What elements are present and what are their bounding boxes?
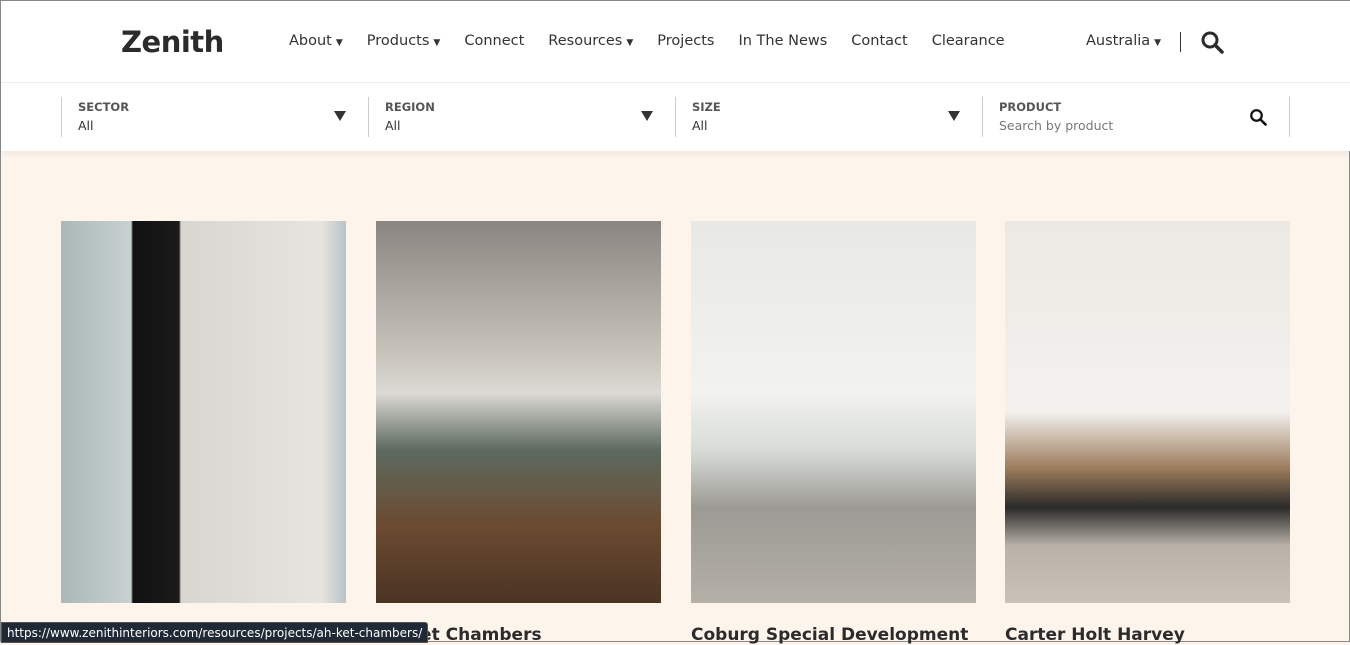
project-card[interactable]: Coburg Special Development	[691, 221, 976, 645]
product-search[interactable]: PRODUCT Search by product	[982, 97, 1289, 137]
sector-filter[interactable]: SECTOR All	[61, 97, 368, 137]
status-bar-url: https://www.zenithinteriors.com/resource…	[1, 622, 429, 643]
sector-label: SECTOR	[78, 100, 130, 114]
main-menu: About ▼ Products ▼ Connect Resources ▼ Proj…	[289, 33, 1005, 49]
project-card[interactable]	[61, 221, 346, 625]
top-nav: Zenith About ▼ Products ▼ Connect Resource…	[1, 1, 1350, 83]
menu-connect[interactable]: Connect	[464, 33, 524, 49]
caret-down-icon: ▼	[335, 38, 343, 48]
menu-about[interactable]: About ▼	[289, 33, 343, 49]
caret-down-icon: ▼	[1154, 38, 1162, 48]
caret-down-icon: ▼	[626, 38, 634, 48]
region-filter[interactable]: REGION All	[368, 97, 675, 137]
region-label: REGION	[385, 100, 435, 114]
caret-down-icon: ▼	[433, 38, 441, 48]
project-title[interactable]: Coburg Special Development	[691, 625, 976, 645]
product-search-input[interactable]: Search by product	[999, 118, 1289, 133]
filter-bar: SECTOR All REGION All SIZE All PRODUCT Searc…	[1, 83, 1350, 151]
size-filter[interactable]: SIZE All	[675, 97, 982, 137]
project-image[interactable]	[691, 221, 976, 603]
menu-projects[interactable]: Projects	[657, 33, 714, 49]
dropdown-arrow-icon	[948, 111, 960, 121]
menu-clearance[interactable]: Clearance	[932, 33, 1005, 49]
project-image[interactable]	[1005, 221, 1290, 603]
menu-resources[interactable]: Resources ▼	[548, 33, 633, 49]
project-image[interactable]	[376, 221, 661, 603]
country-selector[interactable]: Australia ▼	[1086, 33, 1161, 49]
project-card[interactable]: Carter Holt Harvey	[1005, 221, 1290, 645]
dropdown-arrow-icon	[334, 111, 346, 121]
divider	[1180, 32, 1181, 52]
project-image[interactable]	[61, 221, 346, 603]
region-value: All	[385, 118, 401, 133]
menu-products[interactable]: Products ▼	[367, 33, 441, 49]
search-icon[interactable]	[1249, 108, 1267, 130]
sector-value: All	[78, 118, 94, 133]
menu-contact[interactable]: Contact	[851, 33, 907, 49]
search-icon[interactable]	[1200, 30, 1224, 58]
size-label: SIZE	[692, 100, 721, 114]
logo[interactable]: Zenith	[121, 25, 224, 59]
divider	[1289, 97, 1290, 137]
project-title[interactable]: Carter Holt Harvey	[1005, 625, 1290, 645]
project-card[interactable]: Ah Ket Chambers	[376, 221, 661, 645]
country-label: Australia	[1086, 33, 1151, 49]
size-value: All	[692, 118, 708, 133]
menu-in-the-news[interactable]: In The News	[738, 33, 827, 49]
dropdown-arrow-icon	[641, 111, 653, 121]
product-label: PRODUCT	[999, 100, 1062, 114]
